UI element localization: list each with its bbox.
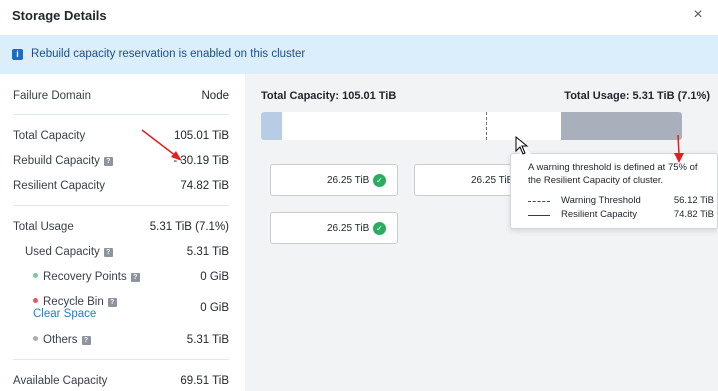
recovery-points-row: Recovery Points? 0 GiB <box>0 269 245 287</box>
used-capacity-value: 5.31 TiB <box>186 246 229 258</box>
help-icon[interactable]: ? <box>81 336 91 345</box>
divider <box>13 114 229 115</box>
total-usage-row: Total Usage 5.31 TiB (7.1%) <box>0 219 245 237</box>
others-value: 5.31 TiB <box>186 334 229 346</box>
close-icon[interactable]: × <box>688 5 708 25</box>
rebuild-capacity-row: Rebuild Capacity? - 30.19 TiB <box>0 153 245 171</box>
rebuild-reservation-segment[interactable] <box>561 112 682 140</box>
recycle-bin-label: Recycle Bin <box>43 296 104 308</box>
capacity-visual-panel: Total Capacity: 105.01 TiB Total Usage: … <box>245 74 718 391</box>
total-usage-value: 5.31 TiB (7.1%) <box>149 221 229 233</box>
solid-line-icon <box>528 215 550 216</box>
tooltip-legend-name: Resilient Capacity <box>561 209 638 220</box>
info-banner: i Rebuild capacity reservation is enable… <box>0 35 718 74</box>
recycle-bin-value: 0 GiB <box>200 302 229 314</box>
available-capacity-value: 69.51 TiB <box>180 375 229 387</box>
resilient-capacity-row: Resilient Capacity 74.82 TiB <box>0 178 245 196</box>
help-icon[interactable]: ? <box>130 273 140 282</box>
others-row: Others? 5.31 TiB <box>0 332 245 350</box>
recovery-points-dot-icon <box>33 273 38 278</box>
node-chip[interactable]: 26.25 TiB ✓ <box>270 164 398 196</box>
others-label: Others <box>43 334 78 346</box>
total-usage-label: Total Usage <box>13 221 74 233</box>
total-capacity-row: Total Capacity 105.01 TiB <box>0 128 245 146</box>
node-capacity-value: 26.25 TiB <box>327 175 370 186</box>
clear-space-link[interactable]: Clear Space <box>33 308 96 320</box>
divider <box>13 205 229 206</box>
info-banner-text: Rebuild capacity reservation is enabled … <box>31 48 306 60</box>
tooltip-legend-value: 74.82 TiB <box>673 209 714 220</box>
modal-title: Storage Details <box>12 8 107 23</box>
failure-domain-label: Failure Domain <box>13 90 91 102</box>
resilient-capacity-label: Resilient Capacity <box>13 180 106 192</box>
node-capacity-value: 26.25 TiB <box>327 223 370 234</box>
capacity-bar <box>261 112 682 140</box>
mouse-cursor-icon <box>515 136 529 155</box>
total-capacity-bar-label: Total Capacity: 105.01 TiB <box>261 90 397 102</box>
warning-threshold-marker <box>486 112 487 140</box>
resilient-capacity-value: 74.82 TiB <box>180 180 229 192</box>
modal-header: Storage Details × <box>0 0 718 34</box>
divider <box>13 359 229 360</box>
available-capacity-row: Available Capacity 69.51 TiB <box>0 373 245 391</box>
usage-segment[interactable] <box>261 112 282 140</box>
help-icon[interactable]: ? <box>103 248 113 257</box>
recovery-points-label: Recovery Points <box>43 271 127 283</box>
failure-domain-value: Node <box>201 90 230 102</box>
recovery-points-value: 0 GiB <box>200 271 229 283</box>
info-icon: i <box>12 49 23 60</box>
dashed-line-icon <box>528 201 550 202</box>
tooltip-legend-value: 56.12 TiB <box>673 195 714 206</box>
used-capacity-row: Used Capacity? 5.31 TiB <box>0 244 245 262</box>
failure-domain-row: Failure Domain Node <box>0 88 245 106</box>
available-capacity-label: Available Capacity <box>13 375 108 387</box>
annotation-arrow-icon <box>674 134 684 163</box>
node-chip[interactable]: 26.25 TiB ✓ <box>270 212 398 244</box>
total-capacity-label: Total Capacity <box>13 130 86 142</box>
check-icon: ✓ <box>373 174 386 187</box>
annotation-arrow-icon <box>141 129 182 161</box>
tooltip-legend-item: Resilient Capacity 74.82 TiB <box>528 209 714 223</box>
tooltip-legend-item: Warning Threshold 56.12 TiB <box>528 195 714 209</box>
recycle-bin-dot-icon <box>33 298 38 303</box>
help-icon[interactable]: ? <box>107 298 117 307</box>
check-icon: ✓ <box>373 222 386 235</box>
rebuild-capacity-label: Rebuild Capacity <box>13 155 100 167</box>
tooltip-legend-name: Warning Threshold <box>561 195 641 206</box>
total-usage-bar-label: Total Usage: 5.31 TiB (7.1%) <box>564 90 710 102</box>
used-capacity-label: Used Capacity <box>25 246 100 258</box>
help-icon[interactable]: ? <box>103 157 113 166</box>
others-dot-icon <box>33 336 38 341</box>
node-capacity-value: 26.25 TiB <box>471 175 514 186</box>
